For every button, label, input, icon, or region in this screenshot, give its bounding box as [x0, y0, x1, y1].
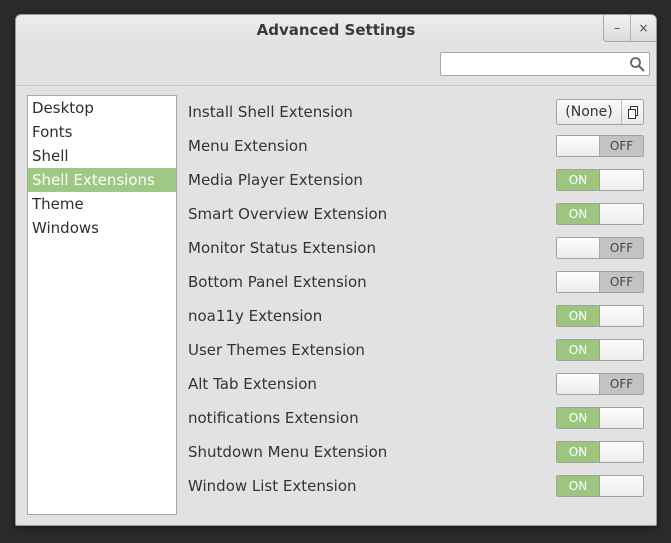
sidebar-item-fonts[interactable]: Fonts [28, 120, 176, 144]
extension-row-menu-extension: Menu Extension OFF [188, 129, 644, 163]
search-icon[interactable] [629, 56, 645, 72]
extension-row-monitor-status-extension: Monitor Status Extension OFF [188, 231, 644, 265]
switch-state-label: ON [557, 306, 600, 326]
toggle-switch-media-player-extension[interactable]: ON [556, 169, 644, 191]
close-button[interactable]: × [630, 15, 656, 41]
header-separator [16, 85, 656, 86]
extension-row-shutdown-menu-extension: Shutdown Menu Extension ON [188, 435, 644, 469]
extension-label: Monitor Status Extension [188, 239, 376, 257]
extension-label: Bottom Panel Extension [188, 273, 367, 291]
extension-label: notifications Extension [188, 409, 359, 427]
switch-knob[interactable] [600, 476, 643, 496]
extension-label: Window List Extension [188, 477, 357, 495]
switch-knob[interactable] [557, 238, 600, 258]
switch-knob[interactable] [600, 204, 643, 224]
extension-row-alt-tab-extension: Alt Tab Extension OFF [188, 367, 644, 401]
switch-state-label: OFF [600, 374, 643, 394]
toggle-switch-user-themes-extension[interactable]: ON [556, 339, 644, 361]
switch-state-label: ON [557, 170, 600, 190]
toggle-switch-bottom-panel-extension[interactable]: OFF [556, 271, 644, 293]
extension-row-notifications-extension: notifications Extension ON [188, 401, 644, 435]
install-extension-label: Install Shell Extension [188, 103, 353, 121]
switch-knob[interactable] [557, 136, 600, 156]
extension-label: Smart Overview Extension [188, 205, 388, 223]
extension-label: Shutdown Menu Extension [188, 443, 388, 461]
switch-knob[interactable] [600, 170, 643, 190]
file-chooser-icon [621, 100, 643, 124]
switch-state-label: ON [557, 340, 600, 360]
toggle-switch-notifications-extension[interactable]: ON [556, 407, 644, 429]
sidebar-item-desktop[interactable]: Desktop [28, 96, 176, 120]
toggle-switch-monitor-status-extension[interactable]: OFF [556, 237, 644, 259]
titlebar[interactable]: Advanced Settings – × [16, 15, 656, 45]
switch-knob[interactable] [600, 306, 643, 326]
sidebar-item-windows[interactable]: Windows [28, 216, 176, 240]
switch-state-label: ON [557, 408, 600, 428]
toggle-switch-shutdown-menu-extension[interactable]: ON [556, 441, 644, 463]
window-title: Advanced Settings [256, 21, 416, 39]
switch-knob[interactable] [557, 374, 600, 394]
extension-row-bottom-panel-extension: Bottom Panel Extension OFF [188, 265, 644, 299]
toggle-switch-window-list-extension[interactable]: ON [556, 475, 644, 497]
extension-file-chooser-button[interactable]: (None) [556, 99, 644, 125]
sidebar-item-shell[interactable]: Shell [28, 144, 176, 168]
extension-label: Alt Tab Extension [188, 375, 317, 393]
extension-label: noa11y Extension [188, 307, 323, 325]
minimize-button[interactable]: – [604, 15, 630, 41]
switch-knob[interactable] [600, 340, 643, 360]
advanced-settings-window: Advanced Settings – × Desktop Fonts Shell S… [15, 14, 657, 526]
extension-row-window-list-extension: Window List Extension ON [188, 469, 644, 503]
extension-label: User Themes Extension [188, 341, 365, 359]
switch-state-label: ON [557, 204, 600, 224]
switch-knob[interactable] [600, 408, 643, 428]
install-extension-row: Install Shell Extension (None) [188, 95, 644, 129]
toggle-switch-menu-extension[interactable]: OFF [556, 135, 644, 157]
switch-state-label: OFF [600, 238, 643, 258]
extension-row-user-themes-extension: User Themes Extension ON [188, 333, 644, 367]
extension-row-noa11y-extension: noa11y Extension ON [188, 299, 644, 333]
toggle-switch-noa11y-extension[interactable]: ON [556, 305, 644, 327]
toggle-switch-smart-overview-extension[interactable]: ON [556, 203, 644, 225]
switch-knob[interactable] [600, 442, 643, 462]
sidebar-item-theme[interactable]: Theme [28, 192, 176, 216]
category-list: Desktop Fonts Shell Shell Extensions Theme Wi… [27, 95, 177, 515]
switch-state-label: OFF [600, 136, 643, 156]
search-field[interactable] [440, 52, 650, 76]
settings-panel: Install Shell Extension (None) Menu Exte… [188, 95, 644, 503]
extension-label: Menu Extension [188, 137, 308, 155]
switch-state-label: ON [557, 442, 600, 462]
switch-state-label: OFF [600, 272, 643, 292]
toggle-switch-alt-tab-extension[interactable]: OFF [556, 373, 644, 395]
window-controls: – × [603, 15, 656, 42]
extension-label: Media Player Extension [188, 171, 363, 189]
extension-row-media-player-extension: Media Player Extension ON [188, 163, 644, 197]
switch-state-label: ON [557, 476, 600, 496]
switch-knob[interactable] [557, 272, 600, 292]
extension-row-smart-overview-extension: Smart Overview Extension ON [188, 197, 644, 231]
search-input[interactable] [445, 55, 625, 73]
sidebar-item-shell-extensions[interactable]: Shell Extensions [28, 168, 176, 192]
file-chooser-label: (None) [565, 104, 613, 120]
